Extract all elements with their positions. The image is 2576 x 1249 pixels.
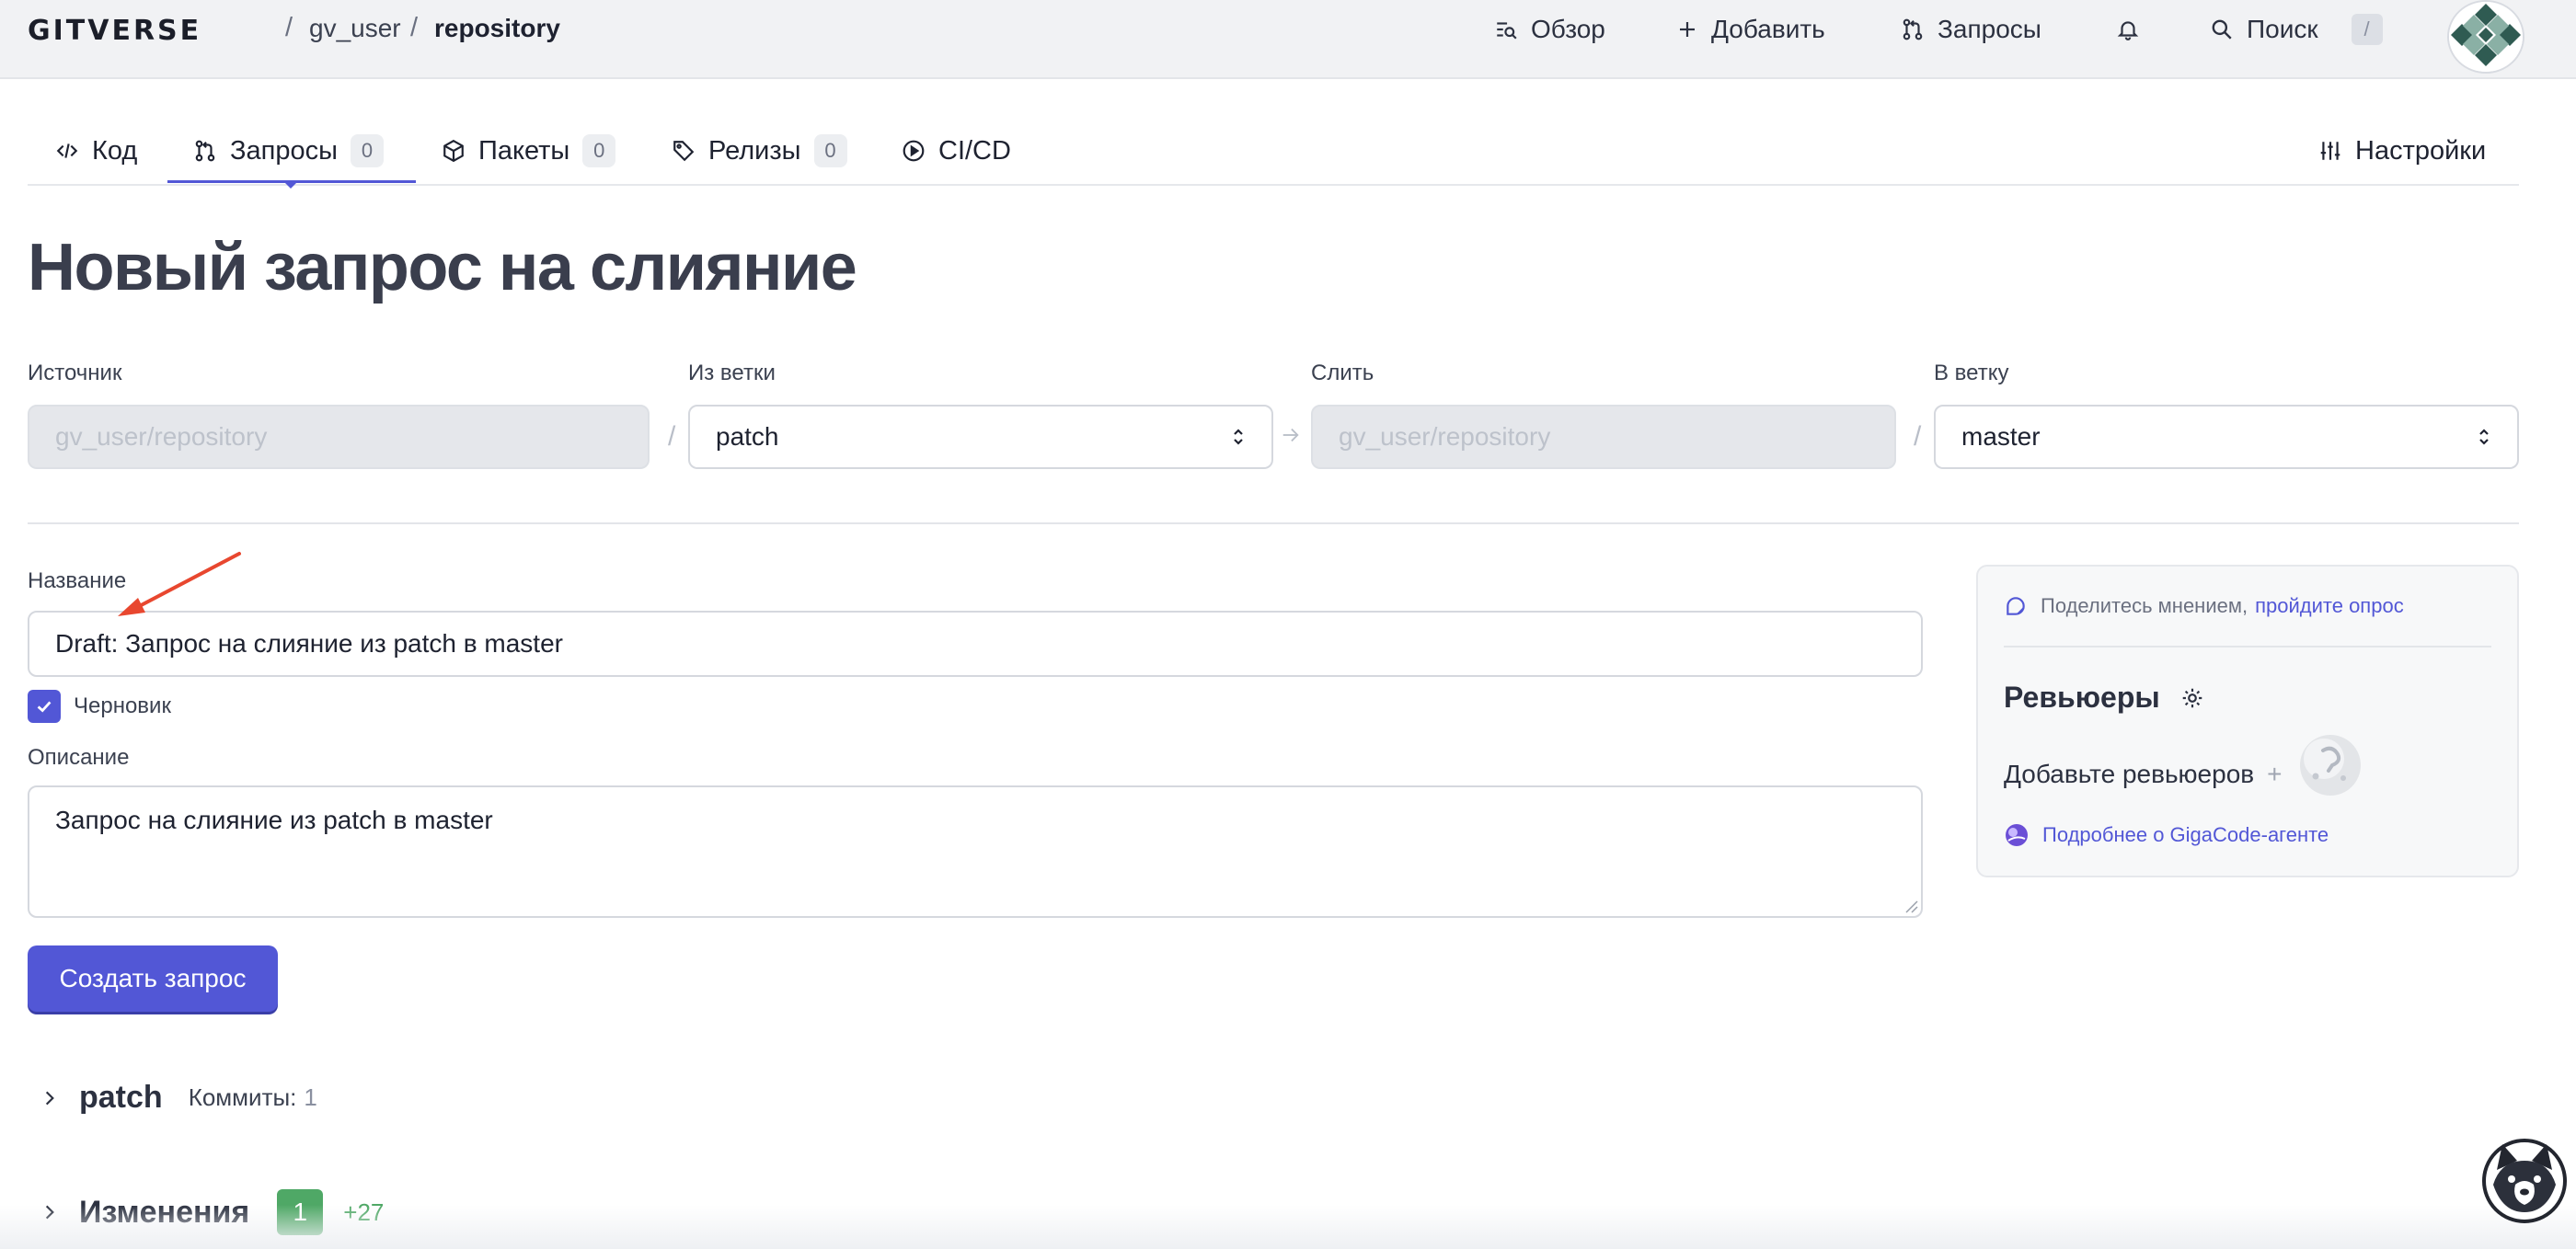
draft-label[interactable]: Черновик <box>74 693 171 719</box>
chevron-right-icon <box>40 1089 59 1107</box>
merge-label: Слить <box>1311 361 1374 385</box>
gigacode-agent-avatar-icon[interactable] <box>2295 730 2365 800</box>
pull-request-icon <box>193 139 217 163</box>
reviewers-title: Ревьюеры <box>2004 681 2160 714</box>
annotation-arrow-icon <box>110 548 248 622</box>
description-textarea[interactable]: Запрос на слияние из patch в master <box>28 785 1923 918</box>
tab-packages-label: Пакеты <box>478 135 570 166</box>
package-icon <box>442 139 466 163</box>
from-branch-select[interactable]: patch <box>688 405 1273 469</box>
panel-divider <box>2004 646 2491 647</box>
breadcrumb-repo[interactable]: repository <box>434 14 560 43</box>
source-label: Источник <box>28 361 122 385</box>
commits-count: 1 <box>304 1083 317 1111</box>
bell-icon <box>2116 17 2140 41</box>
gitverse-logo[interactable]: GITVERSE <box>28 15 201 47</box>
nav-add[interactable]: Добавить <box>1676 0 1825 59</box>
tab-packages[interactable]: Пакеты 0 <box>442 120 616 182</box>
notifications-button[interactable] <box>2116 0 2140 59</box>
tab-releases[interactable]: Релизы 0 <box>672 120 847 182</box>
page-title: Новый запрос на слияние <box>28 231 857 304</box>
commits-label: Коммиты: <box>188 1083 297 1111</box>
search-shortcut-key: / <box>2351 14 2383 45</box>
tab-cicd-label: CI/CD <box>938 135 1011 166</box>
tab-settings[interactable]: Настройки <box>2318 120 2486 182</box>
tab-code-label: Код <box>92 135 138 166</box>
tab-requests-label: Запросы <box>230 135 338 166</box>
to-branch-select[interactable]: master <box>1934 405 2519 469</box>
tab-requests[interactable]: Запросы 0 <box>193 120 384 182</box>
survey-text: Поделитесь мнением, <box>2041 594 2248 617</box>
draft-checkbox[interactable] <box>28 690 61 723</box>
code-icon <box>55 139 79 163</box>
to-branch-value: master <box>1961 422 2041 451</box>
gigacode-icon <box>2004 822 2030 848</box>
top-bar: GITVERSE / gv_user / repository Обзор До… <box>0 0 2576 79</box>
add-reviewers-label: Добавьте ревьюеров <box>2004 760 2255 788</box>
tab-requests-count: 0 <box>350 134 384 167</box>
sliders-icon <box>2318 139 2342 163</box>
breadcrumb-user[interactable]: gv_user <box>309 14 401 43</box>
target-repo-field: gv_user/repository <box>1311 405 1896 469</box>
search-icon <box>2210 17 2234 41</box>
active-tab-caret <box>282 180 299 189</box>
nav-requests-label: Запросы <box>1938 15 2041 43</box>
nav-requests[interactable]: Запросы <box>1901 0 2041 59</box>
nav-search[interactable]: Поиск / <box>2210 0 2383 59</box>
tab-releases-label: Релизы <box>708 135 801 166</box>
pull-request-icon <box>1901 17 1925 41</box>
title-input[interactable]: Draft: Запрос на слияние из patch в mast… <box>28 611 1923 677</box>
plus-icon <box>1676 18 1698 40</box>
add-reviewer-plus[interactable]: + <box>2267 760 2282 789</box>
nav-add-label: Добавить <box>1711 15 1825 43</box>
bottom-scroll-shadow <box>0 1205 2576 1249</box>
commits-branch-name: patch <box>79 1080 163 1115</box>
add-reviewers-row[interactable]: Добавьте ревьюеров + <box>2004 735 2365 800</box>
survey-link[interactable]: пройдите опрос <box>2255 594 2404 618</box>
resize-handle-icon <box>1904 900 1919 914</box>
breadcrumb-separator: / <box>285 13 293 42</box>
tab-code[interactable]: Код <box>55 120 137 182</box>
description-label: Описание <box>28 745 130 770</box>
tab-releases-count: 0 <box>813 134 847 167</box>
create-request-button[interactable]: Создать запрос <box>28 945 278 1012</box>
repo-tabs: Код Запросы 0 Пакеты 0 Релизы 0 CI/CD На… <box>28 120 2519 189</box>
assistant-mascot-icon[interactable] <box>2480 1137 2569 1225</box>
tag-icon <box>672 139 696 163</box>
tab-settings-label: Настройки <box>2355 135 2487 166</box>
commits-section[interactable]: patch Коммиты: 1 <box>40 1080 317 1116</box>
feedback-icon <box>2004 594 2028 618</box>
branch-separator: / <box>668 421 676 452</box>
play-circle-icon <box>902 139 926 163</box>
from-branch-value: patch <box>716 422 779 451</box>
tab-packages-count: 0 <box>582 134 616 167</box>
overview-icon <box>1494 17 1518 41</box>
tab-cicd[interactable]: CI/CD <box>902 120 1011 182</box>
nav-overview[interactable]: Обзор <box>1494 0 1605 59</box>
nav-search-label: Поиск <box>2247 15 2318 43</box>
branch-separator: / <box>1914 421 1922 452</box>
breadcrumb-separator: / <box>410 13 419 42</box>
gigacode-row[interactable]: Подробнее о GigaCode-агенте <box>2004 822 2329 848</box>
section-divider <box>28 522 2519 524</box>
user-avatar[interactable] <box>2447 0 2524 74</box>
reviewers-header: Ревьюеры <box>2004 681 2204 715</box>
nav-overview-label: Обзор <box>1531 15 1605 43</box>
source-repo-field: gv_user/repository <box>28 405 650 469</box>
reviewers-panel: Поделитесь мнением, пройдите опрос Ревью… <box>1976 565 2519 877</box>
sort-arrows-icon <box>2477 427 2491 447</box>
to-branch-label: В ветку <box>1934 361 2009 385</box>
from-branch-label: Из ветки <box>688 361 776 385</box>
survey-row: Поделитесь мнением, пройдите опрос <box>2004 594 2404 618</box>
sort-arrows-icon <box>1231 427 1246 447</box>
checkmark-icon <box>34 696 54 716</box>
gigacode-link[interactable]: Подробнее о GigaCode-агенте <box>2042 823 2329 847</box>
gear-icon[interactable] <box>2180 686 2204 710</box>
arrow-right-icon <box>1281 425 1301 445</box>
